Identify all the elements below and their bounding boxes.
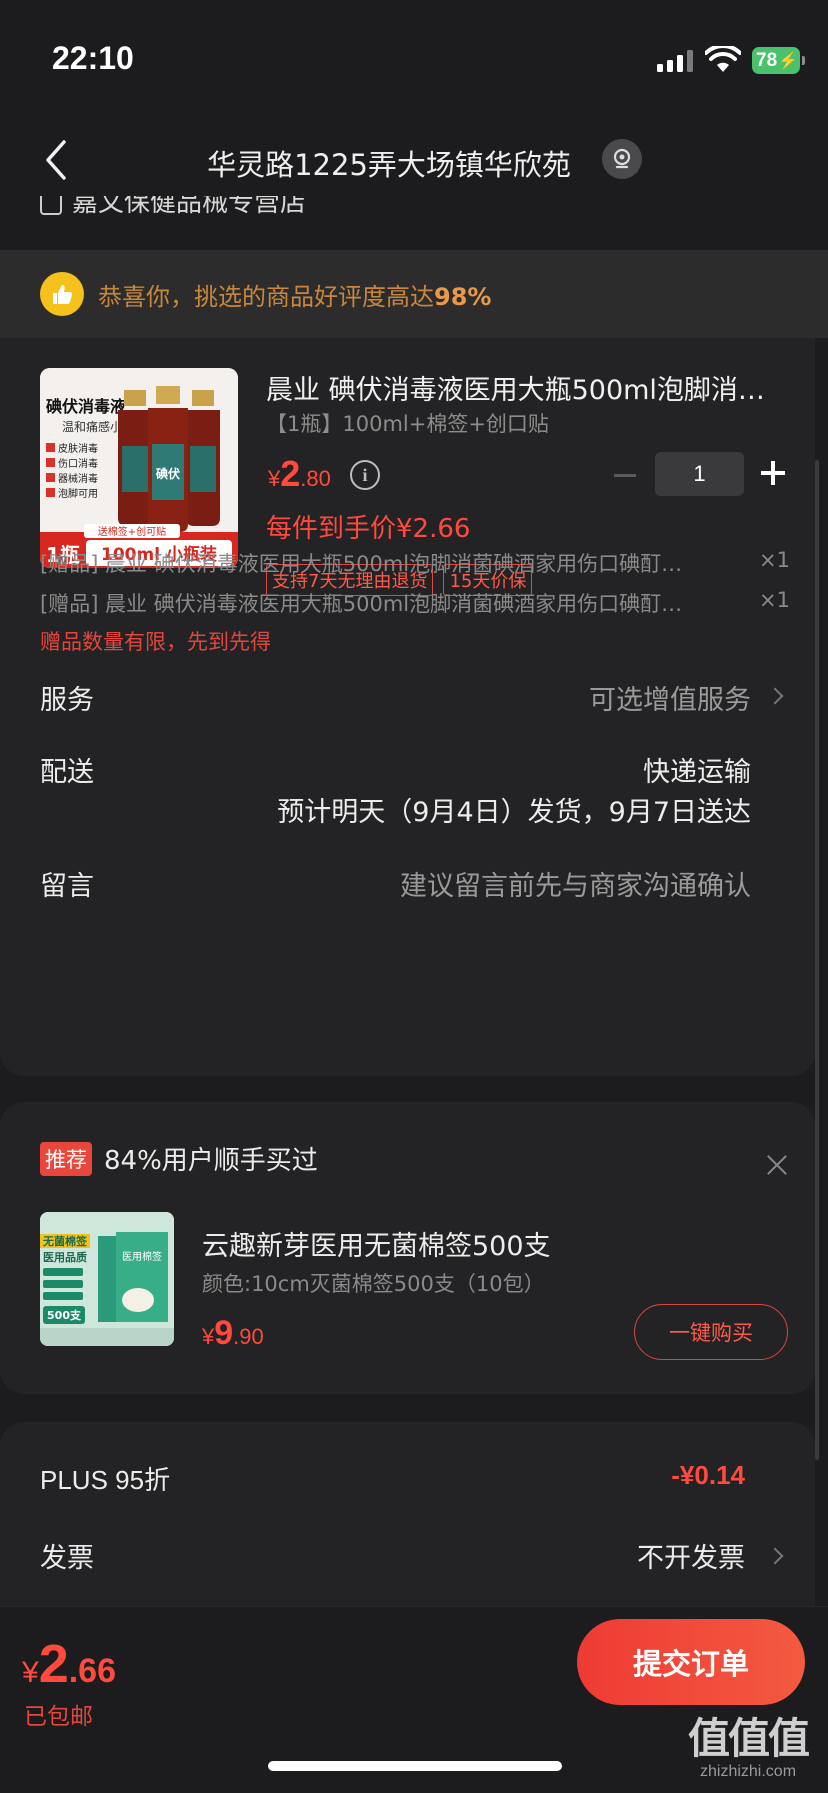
price-decimal: .80 (300, 466, 331, 491)
invoice-value[interactable]: 不开发票 (637, 1536, 745, 1575)
gift-item: [赠品] 晨业 碘伏消毒液医用大瓶500ml泡脚消菌碘酒家用伤口碘酊… ×1 (40, 548, 790, 578)
product-title[interactable]: 晨业 碘伏消毒液医用大瓶500ml泡脚消菌碘酒家用伤口碘酊 (266, 368, 786, 407)
gift-text: [赠品] 晨业 碘伏消毒液医用大瓶500ml泡脚消菌碘酒家用伤口碘酊… (40, 552, 683, 576)
battery-level: 78 (756, 49, 778, 71)
product-spec[interactable]: 【1瓶】100ml+棉签+创口贴 (266, 408, 549, 438)
wifi-icon (705, 46, 741, 72)
price-decimal: .90 (233, 1324, 264, 1349)
site-watermark: 值值值 zhizhizhi.com (678, 1715, 818, 1791)
charging-bolt-icon: ⚡ (778, 52, 799, 70)
submit-order-button[interactable]: 提交订单 (577, 1619, 805, 1705)
message-input[interactable]: 建议留言前先与商家沟通确认 (400, 864, 751, 903)
product-image-use: 伤口消毒 (58, 457, 98, 470)
gift-qty: ×1 (759, 588, 790, 612)
product-image-use: 皮肤消毒 (58, 442, 98, 455)
delivery-method[interactable]: 快递运输 (643, 750, 751, 789)
shipping-status: 已包邮 (24, 1704, 93, 1730)
location-button[interactable] (602, 139, 642, 179)
service-value[interactable]: 可选增值服务 (589, 678, 751, 717)
plus-discount-label: PLUS 95折 (40, 1465, 171, 1495)
product-image-gift-note: 送棉签+创可贴 (98, 525, 166, 538)
store-name-peek: 嘉文保健品械专营店 (40, 196, 440, 216)
recommend-price: ¥9.90 (202, 1314, 264, 1353)
invoice-label: 发票 (40, 1543, 94, 1574)
rating-banner: 恭喜你，挑选的商品好评度高达98% (0, 250, 828, 338)
product-image-subtitle: 温和痛感小 (62, 419, 122, 434)
address-title[interactable]: 华灵路1225弄大场镇华欣苑 (0, 142, 828, 184)
increase-quantity-button[interactable] (761, 461, 785, 485)
recommend-product-name[interactable]: 云趣新芽医用无菌棉签500支 (202, 1224, 551, 1263)
banner-percent: 98% (434, 282, 492, 311)
status-bar: 22:10 78 ⚡ (0, 0, 828, 110)
store-name: 嘉文保健品械专营店 (72, 196, 307, 216)
service-chevron-icon[interactable] (766, 687, 784, 705)
close-icon[interactable] (766, 1154, 788, 1176)
price-integer: 2 (280, 453, 301, 494)
recommend-title: 84%用户顺手买过 (104, 1146, 318, 1176)
banner-text: 恭喜你，挑选的商品好评度高达 (98, 282, 434, 311)
plus-discount-value: -¥0.14 (671, 1460, 745, 1490)
product-image[interactable]: 碘伏消毒液 温和痛感小 皮肤消毒 伤口消毒 器械消毒 泡脚可用 碘伏 送棉签+创… (40, 368, 238, 568)
delivery-eta: 预计明天（9月4日）发货，9月7日送达 (277, 797, 751, 828)
store-checkbox-icon[interactable] (40, 196, 62, 215)
quantity-field[interactable]: 1 (655, 452, 744, 496)
bottle-label: 碘伏 (155, 466, 180, 481)
one-click-buy-button[interactable]: 一键购买 (634, 1304, 788, 1360)
product-price: ¥2.80 (268, 453, 331, 495)
gift-text: [赠品] 晨业 碘伏消毒液医用大瓶500ml泡脚消菌碘酒家用伤口碘酊… (40, 592, 683, 616)
unit-final-price: 每件到手价¥2.66 (266, 514, 471, 544)
total-integer: 2 (38, 1634, 69, 1694)
recommend-image-box-label: 医用棉签 (122, 1250, 162, 1263)
product-image-use: 器械消毒 (58, 472, 98, 485)
recommend-image-line2: 医用品质 (43, 1250, 87, 1264)
thumbs-up-icon (40, 272, 84, 316)
recommend-image-count: 500支 (47, 1308, 82, 1322)
price-integer: 9 (214, 1314, 234, 1352)
cellular-signal-icon (657, 50, 693, 72)
message-label: 留言 (40, 871, 94, 902)
order-item-card: 碘伏消毒液 温和痛感小 皮肤消毒 伤口消毒 器械消毒 泡脚可用 碘伏 送棉签+创… (0, 338, 815, 1076)
price-info-icon[interactable]: i (350, 460, 380, 490)
gift-qty: ×1 (759, 548, 790, 572)
delivery-label: 配送 (40, 757, 94, 788)
recommend-image-line1: 无菌棉签 (42, 1234, 88, 1248)
location-pin-icon (613, 148, 631, 169)
checkout-bar: ¥2.66 已包邮 提交订单 值值值 zhizhizhi.com (0, 1606, 828, 1793)
gift-limit-note: 赠品数量有限，先到先得 (40, 630, 271, 654)
total-decimal: .66 (68, 1652, 116, 1690)
clock: 22:10 (52, 40, 134, 76)
gift-item: [赠品] 晨业 碘伏消毒液医用大瓶500ml泡脚消菌碘酒家用伤口碘酊… ×1 (40, 588, 790, 618)
price-currency: ¥ (202, 1324, 215, 1349)
product-image-use: 泡脚可用 (58, 487, 98, 500)
total-currency: ¥ (22, 1656, 39, 1689)
product-image-title: 碘伏消毒液 (46, 397, 127, 416)
recommend-product-spec: 颜色:10cm灭菌棉签500支（10包） (202, 1272, 545, 1296)
watermark-logo: 值值值 (687, 1714, 810, 1763)
battery-icon: 78 ⚡ (752, 47, 805, 74)
invoice-chevron-icon[interactable] (766, 1547, 784, 1565)
recommend-product-image[interactable]: 无菌棉签 医用品质 500支 医用棉签 (40, 1212, 174, 1346)
watermark-url: zhizhizhi.com (699, 1763, 797, 1780)
nav-bar: 华灵路1225弄大场镇华欣苑 (0, 110, 828, 210)
recommend-badge: 推荐 (40, 1142, 92, 1176)
total-price: ¥2.66 (22, 1633, 116, 1695)
home-indicator[interactable] (268, 1761, 562, 1771)
price-currency: ¥ (268, 466, 281, 491)
recommendation-card: 推荐 84%用户顺手买过 无菌棉签 医用品质 500支 医用棉签 云趣新芽医用无… (0, 1102, 815, 1394)
scrollbar[interactable] (815, 460, 819, 1460)
service-label: 服务 (40, 685, 94, 716)
decrease-quantity-button[interactable] (614, 474, 636, 477)
